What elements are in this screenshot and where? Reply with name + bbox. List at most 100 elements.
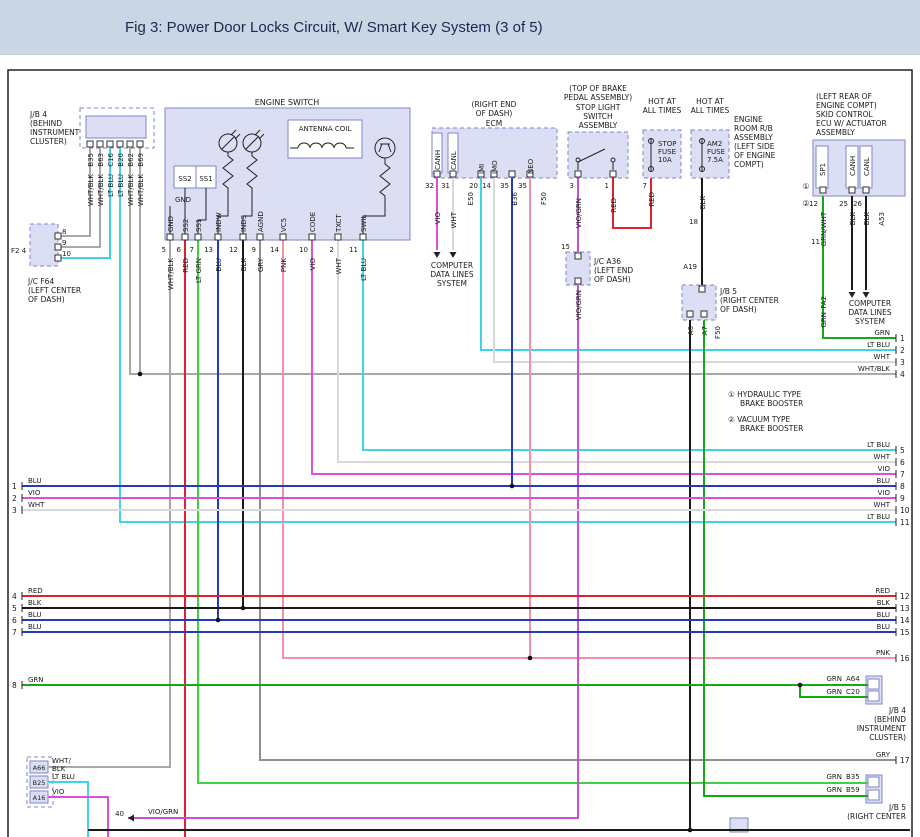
diagram-label: 1: [605, 182, 609, 190]
diagram-label: SYSTEM: [855, 317, 885, 326]
terminal-wire-label: PNK: [876, 649, 890, 657]
diagram-label: GND: [175, 196, 191, 204]
diagram-label: SKID CONTROL: [816, 110, 873, 119]
diagram-label: ECU W/ ACTUATOR: [816, 119, 887, 128]
diagram-label: INSTRUMENT: [30, 128, 80, 137]
diagram-label: BRAKE BOOSTER: [740, 399, 803, 408]
diagram-label: WHT/BLK: [167, 258, 175, 291]
diagram-label: B62: [127, 153, 135, 167]
pin-square: [309, 234, 315, 240]
diagram-label: WHT/BLK: [137, 174, 145, 207]
diagram-label: WHT/BLK: [97, 174, 105, 207]
pin-square: [280, 234, 286, 240]
terminal-wire-label: GRY: [876, 751, 891, 759]
terminal-number: 14: [900, 616, 910, 625]
diagram-label: 12: [229, 246, 238, 254]
diagram-label: SS2: [182, 219, 190, 232]
pin-square: [820, 187, 826, 193]
diagram-label: ①: [802, 182, 809, 191]
diagram-label: SP1: [819, 163, 827, 176]
diagram-label: WHT: [450, 211, 458, 228]
terminal-wire-label: VIO: [878, 489, 891, 497]
screenshot-stage: ENGINE SWITCHJ/B 4(BEHINDINSTRUMENTCLUST…: [0, 0, 920, 837]
diagram-label: J/C A36: [593, 257, 621, 266]
diagram-label: PNK: [280, 258, 288, 272]
terminal-wire-label: WHT: [874, 353, 891, 361]
diagram-label: ASSEMBLY: [816, 128, 855, 137]
junction-dot: [798, 683, 803, 688]
diagram-label: A64: [846, 675, 860, 683]
junction-dot: [241, 606, 246, 611]
diagram-label: ROOM R/B: [734, 124, 773, 133]
diagram-label: 5: [162, 246, 166, 254]
diagram-label: B69: [137, 153, 145, 167]
pin-square: [575, 278, 581, 284]
diagram-label: 35: [518, 182, 527, 190]
diagram-label: SWIL: [360, 215, 368, 232]
diagram-label: GRN/WHT: [820, 211, 828, 246]
diagram-label: ASSEMBLY: [734, 133, 773, 142]
diagram-label: 11: [349, 246, 358, 254]
diagram-label: J/C F64: [27, 277, 54, 286]
diagram-label: CANH: [434, 150, 442, 170]
terminal-wire-label: BLU: [28, 611, 41, 619]
jb4-right-pin-c20: [868, 691, 879, 701]
diagram-label: 3: [570, 182, 574, 190]
diagram-label: F2 4: [11, 247, 27, 255]
pin-square: [450, 171, 456, 177]
pin-square: [137, 141, 143, 147]
terminal-wire-label: BLU: [877, 477, 890, 485]
diagram-label: ENGINE SWITCH: [255, 98, 320, 107]
diagram-label: INDS: [240, 214, 248, 232]
terminal-number: 2: [12, 494, 17, 503]
terminal-number: 9: [900, 494, 905, 503]
diagram-label: C20: [846, 688, 860, 696]
terminal-wire-label: BLU: [877, 623, 890, 631]
diagram-label: (LEFT END: [594, 266, 633, 275]
diagram-label: (RIGHT CENTER: [847, 812, 906, 821]
diagram-label: CLUSTER): [30, 137, 67, 146]
diagram-label: (BEHIND: [874, 715, 906, 724]
terminal-number: 16: [900, 654, 910, 663]
diagram-label: ① HYDRAULIC TYPE: [728, 390, 801, 399]
junction-dot: [216, 618, 221, 623]
diagram-label: LT BLU: [360, 258, 368, 281]
diagram-label: SWITCH: [583, 112, 612, 121]
diagram-label: A7: [701, 326, 709, 335]
terminal-number: 3: [12, 506, 17, 515]
diagram-label: (TOP OF BRAKE: [569, 84, 627, 93]
terminal-number: 7: [900, 470, 905, 479]
diagram-label: VIO/GRN: [575, 198, 583, 228]
terminal-wire-label: LT BLU: [867, 513, 890, 521]
diagram-label: 26: [853, 200, 862, 208]
diagram-label: HOT AT: [696, 97, 724, 106]
diagram-label: BLK: [52, 765, 66, 773]
diagram-label: BLU: [215, 258, 223, 271]
diagram-label: AGND: [257, 211, 265, 232]
diagram-label: J/B 4: [888, 706, 906, 715]
diagram-label: ANTENNA COIL: [299, 125, 352, 133]
diagram-label: 7: [643, 182, 647, 190]
diagram-label: VIO: [434, 212, 442, 225]
diagram-label: STOP: [658, 140, 676, 148]
terminal-number: 8: [12, 681, 17, 690]
terminal-number: 10: [900, 506, 910, 515]
diagram-label: 11: [811, 238, 820, 246]
pin-square: [97, 141, 103, 147]
diagram-label: GND: [167, 216, 175, 232]
diagram-label: 35: [500, 182, 509, 190]
diagram-label: C16: [107, 152, 115, 166]
terminal-number: 5: [900, 446, 905, 455]
diagram-label: 10: [62, 250, 71, 258]
diagram-label: 9: [252, 246, 256, 254]
terminal-wire-label: WHT/BLK: [858, 365, 891, 373]
diagram-label: WHT/BLK: [127, 174, 135, 207]
terminal-wire-label: RED: [875, 587, 890, 595]
diagram-label: BLK: [849, 212, 857, 226]
diagram-label: 12: [809, 200, 818, 208]
terminal-wire-label: WHT: [28, 501, 45, 509]
diagram-label: E50: [467, 192, 475, 205]
diagram-label: J/B 4: [29, 110, 47, 119]
terminal-wire-label: LT BLU: [867, 441, 890, 449]
terminal-wire-label: BLU: [877, 611, 890, 619]
